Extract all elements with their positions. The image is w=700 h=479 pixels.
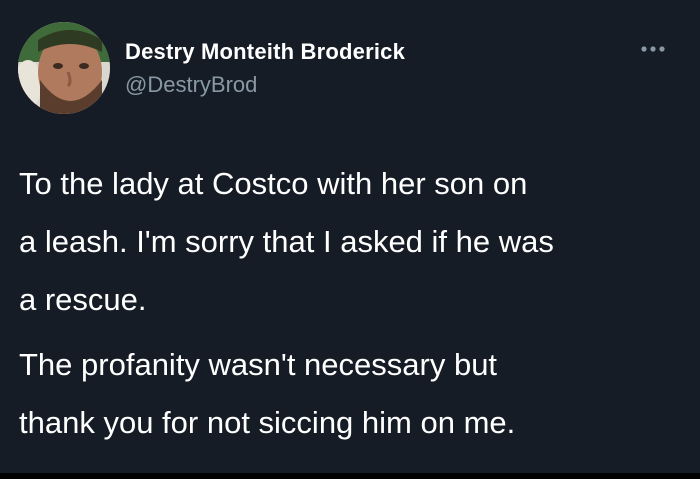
more-horizontal-icon[interactable] [638, 42, 668, 56]
avatar[interactable] [18, 22, 110, 114]
tweet-line: thank you for not siccing him on me. [19, 405, 516, 440]
tweet-line: The profanity wasn't necessary but [19, 347, 498, 382]
user-handle[interactable]: @DestryBrod [125, 72, 257, 98]
display-name[interactable]: Destry Monteith Broderick [125, 39, 405, 65]
tweet-paragraph: The profanity wasn't necessary but thank… [19, 336, 689, 452]
tweet-card: Destry Monteith Broderick @DestryBrod To… [0, 0, 700, 479]
profile-photo-icon [18, 22, 110, 114]
tweet-line: To the lady at Costco with her son on [19, 166, 528, 201]
tweet-line: a rescue. [19, 282, 147, 317]
tweet-line: a leash. I'm sorry that I asked if he wa… [19, 224, 554, 259]
tweet-text: To the lady at Costco with her son on a … [19, 155, 689, 452]
tweet-paragraph: To the lady at Costco with her son on a … [19, 155, 689, 329]
bottom-border [0, 473, 700, 479]
